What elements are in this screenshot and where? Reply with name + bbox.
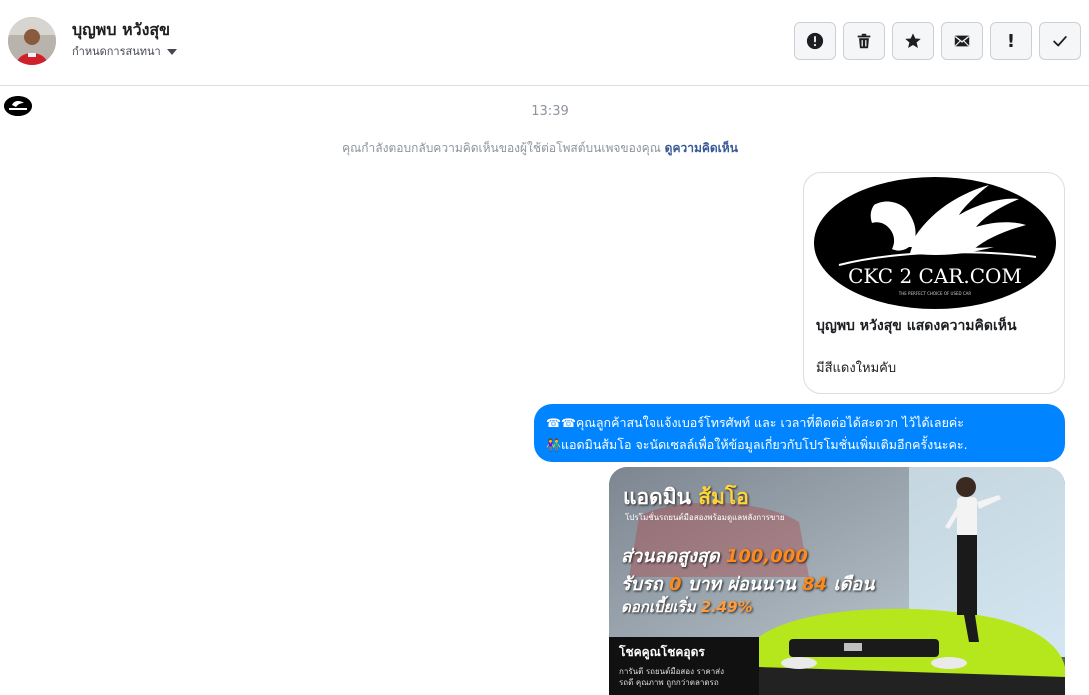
promo-line2-num2: 84 [802, 574, 828, 595]
promo-interest-number: 2.49% [700, 598, 753, 616]
exclamation-icon: ! [1006, 30, 1016, 52]
delete-button[interactable] [843, 22, 885, 60]
promo-line2-c: เดือน [833, 574, 875, 595]
view-comment-link[interactable]: ดูความคิดเห็น [665, 141, 738, 155]
comment-card-text: มีสีแดงใหมคับ [816, 361, 897, 376]
promo-line-interest: ดอกเบี้ยเริ่ม 2.49% [621, 595, 753, 619]
alert-circle-icon [806, 32, 824, 50]
promo-line-down-payment: รับรถ 0 บาท ผ่อนนาน 84 เดือน [621, 569, 874, 598]
promo-interest-text: ดอกเบี้ยเริ่ม [621, 598, 696, 616]
action-toolbar: ! [794, 22, 1081, 60]
notice-text: คุณกำลังตอบกลับความคิดเห็นของผู้ใช้ต่อโพ… [342, 141, 661, 155]
ckc2car-logo-icon: CKC 2 CAR.COM THE PERFECT CHOICE OF USED… [814, 177, 1056, 309]
envelope-icon [954, 35, 970, 47]
promo-dealer-line1: การันตี รถยนต์มือสอง ราคาส่ง [619, 667, 724, 676]
logo-tagline: THE PERFECT CHOICE OF USED CAR [898, 291, 972, 296]
star-icon [905, 33, 921, 49]
promo-discount-text: ส่วนลดสูงสุด [621, 546, 720, 567]
check-icon [1053, 36, 1067, 47]
avatar[interactable] [8, 17, 56, 65]
reply-message-bubble[interactable]: ☎☎คุณลูกค้าสนใจแจ้งเบอร์โทรศัพท์ และ เวล… [534, 404, 1065, 462]
reply-line-1: ☎☎คุณลูกค้าสนใจแจ้งเบอร์โทรศัพท์ และ เวล… [546, 412, 1053, 434]
star-button[interactable] [892, 22, 934, 60]
promo-line2-b: บาท ผ่อนนาน [687, 574, 796, 595]
promo-line2-num1: 0 [668, 574, 682, 595]
comment-reply-notice: คุณกำลังตอบกลับความคิดเห็นของผู้ใช้ต่อโพ… [0, 139, 1080, 158]
mark-done-button[interactable] [1039, 22, 1081, 60]
promo-dealer-title: โชคคูณโชคอุดร [619, 645, 705, 659]
promo-discount-number: 100,000 [725, 546, 808, 567]
comment-card-title: บุญพบ หวังสุข แสดงความคิดเห็น [816, 318, 1017, 334]
reply-line-1-text: คุณลูกค้าสนใจแจ้งเบอร์โทรศัพท์ และ เวลาท… [575, 415, 964, 430]
contact-name[interactable]: บุญพบ หวังสุข [72, 18, 170, 43]
report-spam-button[interactable] [794, 22, 836, 60]
conversation-header: บุญพบ หวังสุข กำหนดการสนทนา ! [0, 0, 1089, 86]
promo-line-discount: ส่วนลดสูงสุด 100,000 [621, 541, 808, 570]
comment-card[interactable]: CKC 2 CAR.COM THE PERFECT CHOICE OF USED… [803, 172, 1065, 394]
priority-button[interactable]: ! [990, 22, 1032, 60]
promo-title: แอดมิน ส้มโอ [623, 481, 749, 514]
people-icon: 👫 [546, 438, 561, 452]
assign-label: กำหนดการสนทนา [72, 45, 161, 58]
promo-dealer-box: โชคคูณโชคอุดร การันตี รถยนต์มือสอง ราคาส… [609, 637, 759, 695]
caret-down-icon [166, 48, 177, 55]
promo-dealer-line2: รถดี คุณภาพ ถูกกว่าตลาดรถ [619, 678, 719, 687]
promo-image[interactable]: แอดมิน ส้มโอ โปรโมชั่นรถยนต์มือสองพร้อมด… [609, 467, 1065, 695]
reply-line-2: 👫แอดมินส้มโอ จะนัดเซลล์เพื่อให้ข้อมูลเกี… [546, 434, 1053, 456]
assign-conversation-dropdown[interactable]: กำหนดการสนทนา [72, 42, 177, 60]
promo-line2-a: รับรถ [621, 574, 663, 595]
promo-title-white: แอดมิน [623, 485, 691, 509]
trash-icon [857, 33, 871, 49]
avatar-photo-icon [8, 17, 56, 65]
promo-title-accent: ส้มโอ [698, 485, 749, 509]
message-timestamp: 13:39 [531, 104, 569, 119]
reply-line-2-text: แอดมินส้มโอ จะนัดเซลล์เพื่อให้ข้อมูลเกี่… [560, 437, 968, 452]
promo-subtitle: โปรโมชั่นรถยนต์มือสองพร้อมดูแลหลังการขาย [625, 513, 785, 522]
telephone-icon: ☎☎ [546, 416, 576, 430]
mark-unread-button[interactable] [941, 22, 983, 60]
logo-text: CKC 2 CAR.COM [848, 264, 1022, 288]
